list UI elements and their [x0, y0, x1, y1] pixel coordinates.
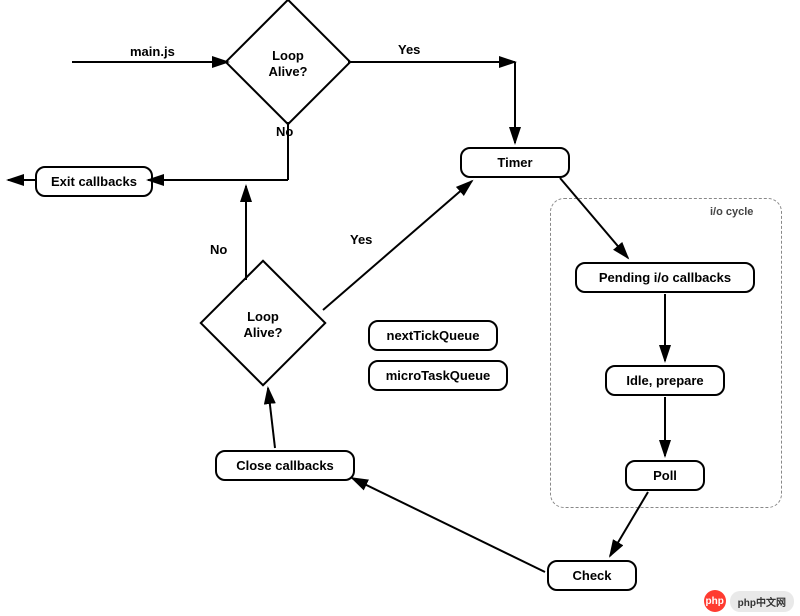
next-tick-box: nextTickQueue	[368, 320, 498, 351]
d1-yes-label: Yes	[398, 42, 420, 57]
check-box: Check	[547, 560, 637, 591]
timer-box: Timer	[460, 147, 570, 178]
idle-prepare-box: Idle, prepare	[605, 365, 725, 396]
microtask-box: microTaskQueue	[368, 360, 508, 391]
pending-io-box: Pending i/o callbacks	[575, 262, 755, 293]
close-callbacks-box: Close callbacks	[215, 450, 355, 481]
watermark: php php中文网	[704, 590, 794, 612]
watermark-logo: php	[704, 590, 726, 612]
decision-loop-alive-1	[224, 0, 351, 126]
watermark-text: php中文网	[730, 591, 794, 612]
io-cycle-title: i/o cycle	[710, 206, 753, 218]
decision-loop-alive-2	[199, 259, 326, 386]
d2-no-label: No	[210, 242, 227, 257]
entry-label: main.js	[130, 44, 175, 59]
d2-yes-label: Yes	[350, 232, 372, 247]
exit-callbacks-box: Exit callbacks	[35, 166, 153, 197]
poll-box: Poll	[625, 460, 705, 491]
d1-no-label: No	[276, 124, 293, 139]
